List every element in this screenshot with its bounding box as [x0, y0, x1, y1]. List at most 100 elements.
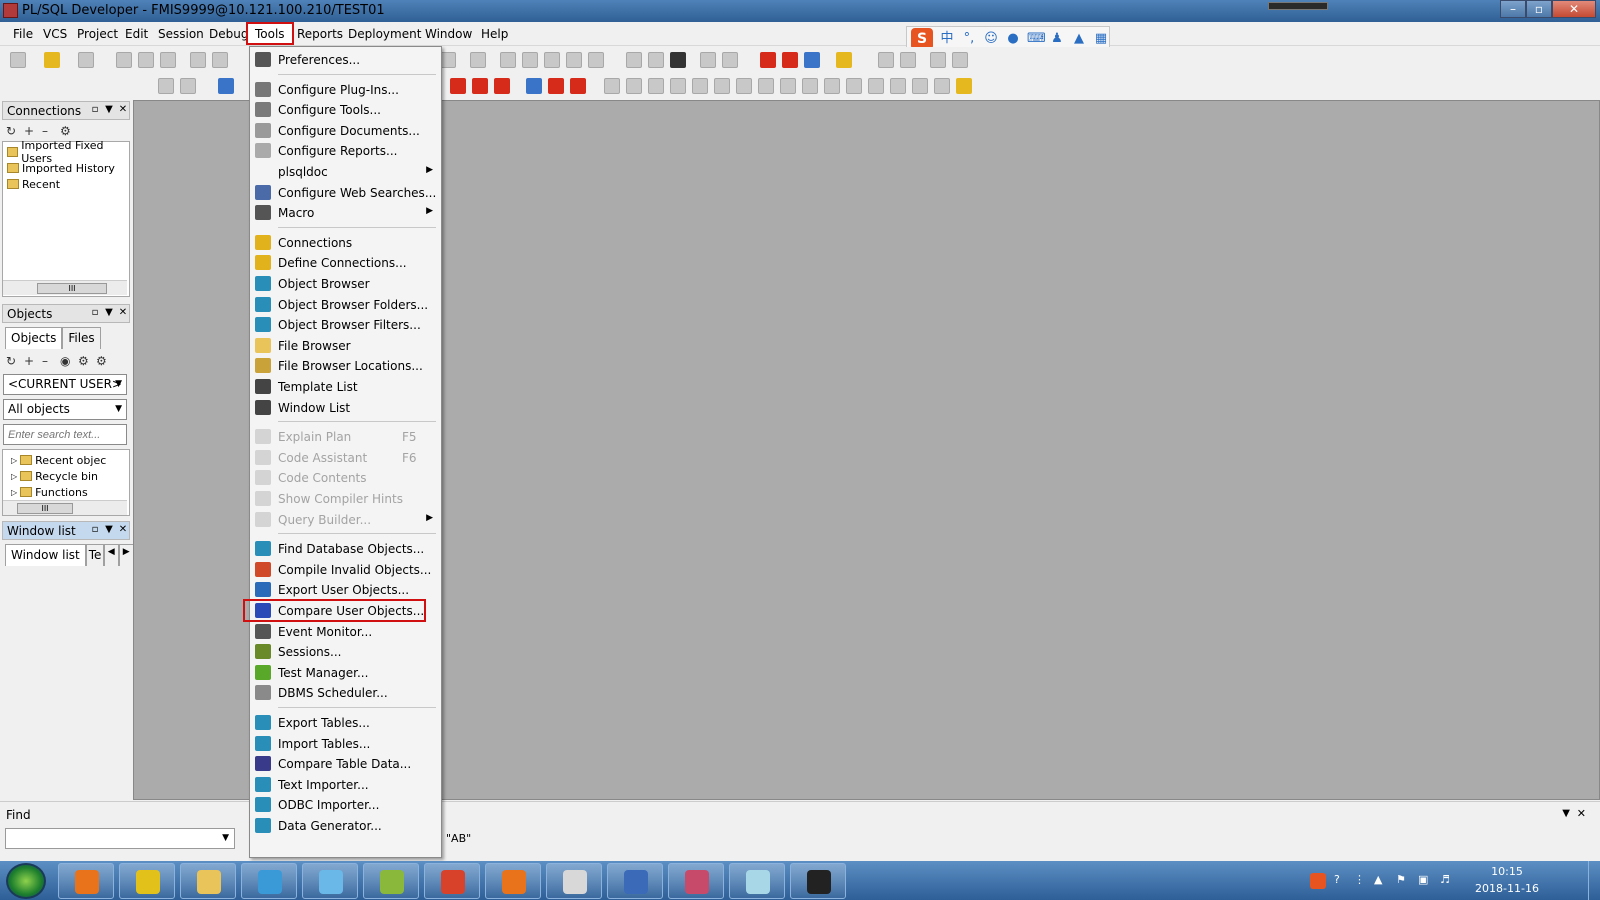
tab-objects[interactable]: Objects: [5, 327, 63, 349]
menu-item-object-browser[interactable]: Object Browser: [250, 273, 441, 294]
menu-item-event-monitor[interactable]: Event Monitor...: [250, 621, 441, 642]
scroll-thumb[interactable]: III: [37, 283, 107, 294]
scroll-thumb[interactable]: III: [17, 503, 73, 514]
panel-float-icon[interactable]: ▫: [90, 307, 100, 319]
taskbar-button[interactable]: [485, 863, 541, 899]
horizontal-scrollbar[interactable]: III: [3, 280, 127, 295]
volume-icon[interactable]: ♬: [1440, 873, 1450, 886]
add-icon[interactable]: +: [24, 125, 36, 137]
network-tray-icon[interactable]: ▣: [1418, 873, 1428, 886]
menu-item-object-browser-filters[interactable]: Object Browser Filters...: [250, 314, 441, 335]
debug-step-5-icon[interactable]: [692, 78, 708, 94]
printer-icon[interactable]: [212, 52, 228, 68]
ime-language-icon[interactable]: 中: [939, 31, 955, 47]
debug-step-6-icon[interactable]: [714, 78, 730, 94]
find-all-icon[interactable]: [670, 52, 686, 68]
print-icon[interactable]: [190, 52, 206, 68]
menu-item-compile-invalid-objects[interactable]: Compile Invalid Objects...: [250, 559, 441, 580]
menu-item-configure-reports[interactable]: Configure Reports...: [250, 140, 441, 161]
tree-item[interactable]: ▷ Recent objec: [11, 452, 106, 468]
remove-icon[interactable]: –: [42, 125, 54, 137]
menu-item-window-list[interactable]: Window List: [250, 397, 441, 418]
taskbar-button[interactable]: [302, 863, 358, 899]
menu-item-plsqldoc[interactable]: plsqldoc ▶: [250, 161, 441, 182]
taskbar-button[interactable]: [58, 863, 114, 899]
open-icon[interactable]: [44, 52, 60, 68]
brush-icon[interactable]: [900, 52, 916, 68]
forward-icon[interactable]: [526, 78, 542, 94]
menu-item-export-tables[interactable]: Export Tables...: [250, 712, 441, 733]
menu-help[interactable]: Help: [481, 27, 508, 41]
menu-item-macro[interactable]: Macro ▶: [250, 202, 441, 223]
key-icon[interactable]: [836, 52, 852, 68]
show-desktop-button[interactable]: [1588, 861, 1600, 900]
debug-step-9-icon[interactable]: [780, 78, 796, 94]
menu-item-connections[interactable]: Connections: [250, 232, 441, 253]
panel-close-icon[interactable]: ✕: [118, 524, 128, 536]
stop-icon[interactable]: [570, 78, 586, 94]
binoculars-icon[interactable]: ◉: [60, 355, 72, 367]
debug-step-4-icon[interactable]: [670, 78, 686, 94]
taskbar-button[interactable]: [607, 863, 663, 899]
panel-float-icon[interactable]: ▫: [90, 104, 100, 116]
menu-item-compare-user-objects[interactable]: Compare User Objects...: [243, 599, 426, 622]
skin-icon[interactable]: ▲: [1071, 31, 1087, 47]
outdent-icon[interactable]: [522, 52, 538, 68]
panel-pin-icon[interactable]: ▼: [104, 307, 114, 319]
save-icon[interactable]: [116, 52, 132, 68]
close-button[interactable]: ✕: [1552, 0, 1596, 18]
menu-item-dbms-scheduler[interactable]: DBMS Scheduler...: [250, 682, 441, 703]
export-icon[interactable]: [952, 52, 968, 68]
keyboard-icon[interactable]: ⌨: [1027, 31, 1046, 47]
menu-item-preferences[interactable]: Preferences...: [250, 49, 441, 70]
emoji-icon[interactable]: ☺: [983, 31, 999, 47]
tile-icon[interactable]: [722, 52, 738, 68]
taskbar-button[interactable]: [363, 863, 419, 899]
menu-session[interactable]: Session: [158, 27, 204, 41]
new-icon[interactable]: [10, 52, 26, 68]
help-tray-icon[interactable]: ?: [1334, 873, 1340, 886]
tab-scroll-left-icon[interactable]: ◀: [103, 544, 119, 566]
tree-item[interactable]: Recent: [7, 176, 60, 192]
taskbar-button[interactable]: [546, 863, 602, 899]
menu-item-object-browser-folders[interactable]: Object Browser Folders...: [250, 294, 441, 315]
undo-icon[interactable]: [440, 52, 456, 68]
lock-icon[interactable]: [956, 78, 972, 94]
menu-edit[interactable]: Edit: [125, 27, 148, 41]
debug-step-12-icon[interactable]: [846, 78, 862, 94]
find-case-hint[interactable]: "AB": [446, 832, 471, 845]
save-as-icon[interactable]: [138, 52, 154, 68]
tab-templates[interactable]: Te: [85, 544, 104, 566]
taskbar-button[interactable]: [241, 863, 297, 899]
menu-item-file-browser[interactable]: File Browser: [250, 335, 441, 356]
microphone-icon[interactable]: ●: [1005, 31, 1021, 47]
punctuation-icon[interactable]: °,: [961, 31, 977, 47]
object-search-input[interactable]: [3, 424, 127, 445]
menu-reports[interactable]: Reports: [297, 27, 343, 41]
print-setup-icon[interactable]: [78, 52, 94, 68]
tab-scroll-right-icon[interactable]: ▶: [118, 544, 134, 566]
panel-close-icon[interactable]: ✕: [118, 104, 128, 116]
taskbar-button[interactable]: [424, 863, 480, 899]
flag-icon[interactable]: ⚑: [1396, 873, 1406, 886]
taskbar-button[interactable]: [119, 863, 175, 899]
menu-item-compare-table-data[interactable]: Compare Table Data...: [250, 753, 441, 774]
sogou-tray-icon[interactable]: [1310, 873, 1326, 889]
menu-item-text-importer[interactable]: Text Importer...: [250, 774, 441, 795]
commit-icon[interactable]: [450, 78, 466, 94]
clock[interactable]: 10:15 2018-11-16: [1472, 861, 1542, 900]
panel-float-icon[interactable]: ▫: [90, 524, 100, 536]
indent-icon[interactable]: [500, 52, 516, 68]
refresh-icon[interactable]: ↻: [6, 125, 18, 137]
user-combo[interactable]: <CURRENT USER> ▼: [3, 374, 127, 395]
ime-tray-icon[interactable]: ⋮: [1354, 873, 1365, 886]
start-button[interactable]: [6, 863, 46, 899]
command-window-icon[interactable]: [180, 78, 196, 94]
restore-button[interactable]: ▫: [1526, 0, 1552, 18]
panel-close-icon[interactable]: ✕: [118, 307, 128, 319]
debug-step-3-icon[interactable]: [648, 78, 664, 94]
save-all-icon[interactable]: [160, 52, 176, 68]
execute-icon[interactable]: [218, 78, 234, 94]
menu-item-configure-web-searches[interactable]: Configure Web Searches...: [250, 182, 441, 203]
object-filter-combo[interactable]: All objects ▼: [3, 399, 127, 420]
